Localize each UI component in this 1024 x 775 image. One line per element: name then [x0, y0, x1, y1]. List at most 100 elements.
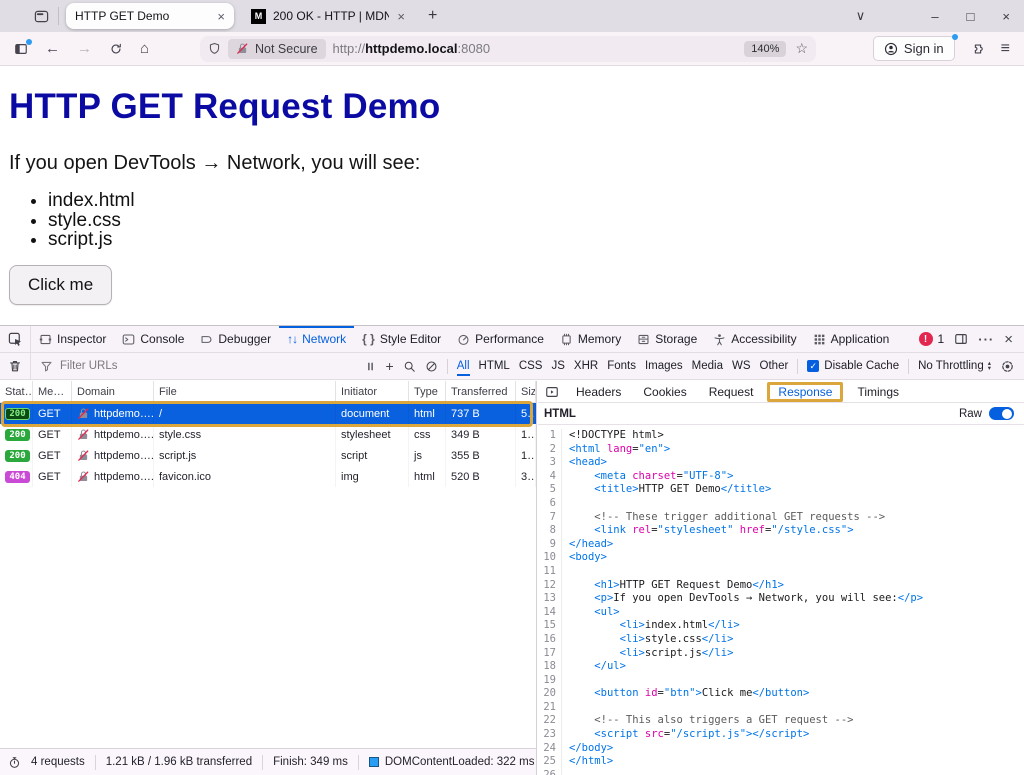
code-text: <script src="/script.js"></script> — [569, 728, 809, 742]
column-header-initiator[interactable]: Initiator — [336, 381, 409, 402]
pause-traffic-icon[interactable] — [364, 360, 377, 373]
column-header-me[interactable]: Me… — [33, 381, 72, 402]
filter-type-fonts[interactable]: Fonts — [607, 360, 636, 372]
devtools-tab-style-editor[interactable]: { }Style Editor — [354, 326, 449, 352]
details-tab-response[interactable]: Response — [767, 382, 843, 402]
filter-type-html[interactable]: HTML — [479, 360, 510, 372]
transferred-cell: 737 B — [446, 403, 516, 424]
line-number: 2 — [538, 443, 562, 457]
sign-in-button[interactable]: Sign in — [873, 36, 955, 61]
column-header-domain[interactable]: Domain — [72, 381, 154, 402]
not-secure-badge[interactable]: Not Secure — [228, 39, 326, 59]
request-row-favicon.ico[interactable]: 404GEThttpdemo….favicon.icoimghtml520 B3… — [0, 466, 536, 487]
sidebar-toggle-icon[interactable] — [14, 42, 28, 56]
zoom-level-badge[interactable]: 140% — [744, 41, 786, 57]
split-console-icon[interactable] — [954, 332, 968, 346]
devtools-tab-network[interactable]: ↑↓Network — [279, 326, 354, 352]
line-number: 11 — [538, 565, 562, 579]
shield-icon[interactable] — [208, 42, 221, 55]
column-header-type[interactable]: Type — [409, 381, 446, 402]
new-tab-button[interactable]: + — [428, 7, 437, 25]
window-controls: ∨ – □ × — [856, 8, 1024, 24]
home-button[interactable]: ⌂ — [140, 40, 149, 57]
details-tab-cookies[interactable]: Cookies — [632, 385, 697, 399]
raw-toggle[interactable] — [989, 407, 1014, 420]
line-number: 21 — [538, 701, 562, 715]
bookmark-star-icon[interactable]: ☆ — [795, 40, 808, 57]
column-header-size[interactable]: Size — [516, 381, 536, 402]
response-source-view[interactable]: 1<!DOCTYPE html>2<html lang="en">3<head>… — [538, 426, 1024, 775]
line-number: 9 — [538, 538, 562, 552]
devtools-close-icon[interactable]: × — [1004, 331, 1013, 348]
filter-type-all[interactable]: All — [457, 360, 470, 376]
details-tab-timings[interactable]: Timings — [846, 385, 910, 399]
devtools-tab-memory[interactable]: Memory — [552, 326, 629, 352]
line-number: 24 — [538, 742, 562, 756]
notification-dot — [952, 34, 958, 40]
filter-type-js[interactable]: JS — [551, 360, 564, 372]
browser-tab-mdn[interactable]: M 200 OK - HTTP | MDN × — [242, 3, 414, 29]
minimize-button[interactable]: – — [931, 9, 938, 24]
menu-icon[interactable]: ≡ — [1001, 40, 1010, 58]
sidebar-expand-icon[interactable] — [538, 385, 565, 399]
firefox-view-icon[interactable] — [34, 9, 49, 24]
reload-button[interactable] — [109, 42, 123, 56]
tab-list-chevron-icon[interactable]: ∨ — [856, 8, 866, 24]
devtools-tab-inspector[interactable]: Inspector — [31, 326, 114, 352]
devtools-tab-performance[interactable]: Performance — [449, 326, 552, 352]
performance-icon — [457, 333, 470, 346]
address-bar[interactable]: Not Secure http://httpdemo.local:8080 14… — [200, 36, 816, 62]
block-requests-icon[interactable] — [425, 360, 438, 373]
request-table-header[interactable]: Stat…Me…DomainFileInitiatorTypeTransferr… — [0, 381, 536, 403]
new-request-icon[interactable]: + — [386, 358, 394, 374]
error-badge-icon[interactable]: ! — [919, 332, 933, 346]
filter-type-ws[interactable]: WS — [732, 360, 751, 372]
maximize-button[interactable]: □ — [967, 9, 975, 24]
code-text: <button id="btn">Click me</button> — [569, 687, 809, 701]
initiator-cell: stylesheet — [336, 424, 409, 445]
filter-type-other[interactable]: Other — [760, 360, 789, 372]
forward-button[interactable]: → — [77, 40, 92, 57]
throttling-dropdown[interactable]: No Throttling ▴▾ — [918, 360, 991, 372]
line-number: 7 — [538, 511, 562, 525]
request-row-[interactable]: 200GEThttpdemo…./documenthtml737 B5… — [0, 403, 536, 424]
tab-close-icon[interactable]: × — [397, 9, 405, 24]
devtools-tab-accessibility[interactable]: Accessibility — [705, 326, 804, 352]
tab-close-icon[interactable]: × — [217, 9, 225, 24]
navigation-toolbar: ← → ⌂ Not Secure http://httpdemo.local:8… — [0, 32, 1024, 66]
throttling-label: No Throttling — [918, 360, 984, 372]
devtools-tab-application[interactable]: Application — [805, 326, 898, 352]
filter-type-css[interactable]: CSS — [519, 360, 543, 372]
devtools-tab-debugger[interactable]: Debugger — [192, 326, 279, 352]
line-number: 18 — [538, 660, 562, 674]
back-button[interactable]: ← — [45, 40, 60, 57]
filter-urls-input[interactable]: Filter URLs — [40, 360, 118, 373]
details-tab-headers[interactable]: Headers — [565, 385, 632, 399]
disable-cache-checkbox[interactable]: ✓ Disable Cache — [807, 360, 899, 372]
request-row-script.js[interactable]: 200GEThttpdemo….script.jsscriptjs355 B1… — [0, 445, 536, 466]
filter-type-images[interactable]: Images — [645, 360, 683, 372]
filter-type-xhr[interactable]: XHR — [574, 360, 598, 372]
filter-type-media[interactable]: Media — [692, 360, 723, 372]
close-window-button[interactable]: × — [1002, 9, 1010, 24]
pick-element-icon[interactable] — [0, 326, 31, 352]
browser-tab-active[interactable]: HTTP GET Demo × — [66, 3, 234, 29]
column-header-file[interactable]: File — [154, 381, 336, 402]
network-settings-gear-icon[interactable] — [1000, 359, 1015, 374]
disable-cache-label: Disable Cache — [824, 360, 899, 372]
search-icon[interactable] — [403, 360, 416, 373]
click-me-button[interactable]: Click me — [9, 265, 112, 305]
column-header-transferred[interactable]: Transferred — [446, 381, 516, 402]
clear-requests-icon[interactable] — [0, 353, 31, 379]
status-badge: 404 — [5, 471, 30, 483]
details-tab-request[interactable]: Request — [698, 385, 765, 399]
devtools-menu-icon[interactable]: ··· — [978, 332, 994, 347]
extensions-icon[interactable] — [971, 42, 985, 56]
devtools-tab-console[interactable]: Console — [114, 326, 192, 352]
column-header-stat[interactable]: Stat… — [0, 381, 33, 402]
devtools-tab-storage[interactable]: Storage — [629, 326, 705, 352]
request-row-style.css[interactable]: 200GEThttpdemo….style.cssstylesheetcss34… — [0, 424, 536, 445]
page-list-item: style.css — [48, 211, 1024, 231]
memory-icon — [560, 333, 573, 346]
code-text: </head> — [569, 538, 613, 552]
